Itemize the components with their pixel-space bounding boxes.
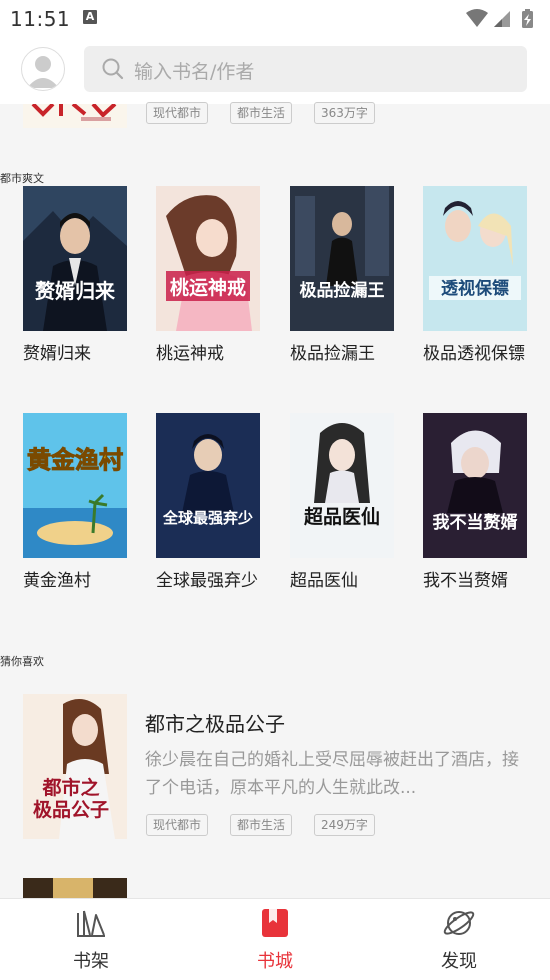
signal-icon [494, 11, 510, 27]
bookshelf-icon [77, 910, 105, 937]
book-description: 徐少晨在自己的婚礼上受尽屈辱被赶出了酒店，接了个电话，原本平凡的人生就此改... [145, 750, 519, 798]
book-title: 极品捡漏王 [290, 344, 375, 364]
tag: 249万字 [314, 814, 375, 836]
book-title: 赘婿归来 [23, 344, 91, 364]
nav-label: 书城 [257, 951, 293, 972]
book-cover: 超品医仙 [290, 413, 394, 558]
svg-text:都市之: 都市之 [41, 776, 99, 799]
nav-label: 发现 [441, 951, 477, 972]
svg-text:极品公子: 极品公子 [33, 798, 109, 821]
user-icon [27, 56, 59, 88]
book-card[interactable]: 桃运神戒 桃运神戒 [156, 186, 260, 368]
wifi-icon [466, 9, 488, 27]
book-cover: 黄金渔村 [23, 413, 127, 558]
tag: 都市生活 [230, 814, 293, 836]
status-bar: 11:51 A [0, 0, 550, 38]
book-title: 黄金渔村 [23, 571, 91, 591]
battery-icon [522, 9, 533, 28]
book-title: 全球最强弃少 [156, 571, 258, 591]
section-title: 都市爽文 [0, 172, 44, 185]
partial-book-cover[interactable] [23, 104, 127, 128]
book-cover: 极品捡漏王 [290, 186, 394, 331]
book-cover: 赘婿归来 [23, 186, 127, 331]
book-title: 极品透视保镖 [423, 344, 525, 364]
nav-bookstore[interactable]: 书城 [215, 899, 335, 980]
book-cover [23, 878, 127, 898]
book-title: 我不当赘婿 [423, 571, 508, 591]
search-placeholder: 输入书名/作者 [134, 61, 255, 83]
book-card[interactable]: 我不当赘婿 我不当赘婿 [423, 413, 527, 595]
book-cover: 我不当赘婿 [423, 413, 527, 558]
search-input[interactable]: 输入书名/作者 [84, 46, 527, 92]
book-card[interactable]: 超品医仙 超品医仙 [290, 413, 394, 595]
status-icons [464, 8, 540, 30]
discover-icon [443, 911, 475, 935]
avatar[interactable] [21, 47, 65, 91]
list-item[interactable]: 都市之 极品公子 都市之极品公子 徐少晨在自己的婚礼上受尽屈辱被赶出了酒店，接了… [23, 694, 533, 839]
cover-title: 我不当赘婿 [433, 512, 518, 533]
list-item[interactable] [23, 878, 533, 898]
book-card[interactable]: 极品捡漏王 极品捡漏王 [290, 186, 394, 368]
bottom-nav: 书架 书城 发现 [0, 898, 550, 980]
cover-title: 极品捡漏王 [300, 280, 385, 301]
book-cover: 透视保镖 [423, 186, 527, 331]
cover-title: 透视保镖 [441, 278, 509, 299]
book-card[interactable]: 黄金渔村 黄金渔村 [23, 413, 127, 595]
nav-label: 书架 [73, 951, 109, 972]
tag: 现代都市 [146, 814, 209, 836]
section-title: 猜你喜欢 [0, 655, 44, 668]
tag: 现代都市 [146, 102, 209, 124]
book-cover: 桃运神戒 [156, 186, 260, 331]
cover-title: 赘婿归来 [34, 279, 116, 303]
notification-icon: A [83, 10, 97, 24]
header: 输入书名/作者 [0, 38, 550, 104]
book-title: 桃运神戒 [156, 344, 224, 364]
cover-title: 全球最强弃少 [162, 509, 253, 527]
book-card[interactable]: 透视保镖 极品透视保镖 [423, 186, 527, 368]
nav-bookshelf[interactable]: 书架 [31, 899, 151, 980]
book-title: 都市之极品公子 [145, 712, 285, 736]
book-title: 超品医仙 [290, 571, 358, 591]
book-card[interactable]: 全球最强弃少 全球最强弃少 [156, 413, 260, 595]
cover-title: 黄金渔村 [27, 446, 123, 474]
status-time: 11:51 [10, 7, 71, 31]
book-card[interactable]: 赘婿归来 赘婿归来 [23, 186, 127, 368]
cover-title: 桃运神戒 [170, 276, 246, 299]
book-cover: 全球最强弃少 [156, 413, 260, 558]
nav-discover[interactable]: 发现 [399, 899, 519, 980]
tag: 都市生活 [230, 102, 293, 124]
book-cover: 都市之 极品公子 [23, 694, 127, 839]
tag: 363万字 [314, 102, 375, 124]
bookstore-icon [262, 909, 288, 937]
cover-title: 超品医仙 [303, 505, 380, 528]
search-icon [102, 58, 124, 80]
